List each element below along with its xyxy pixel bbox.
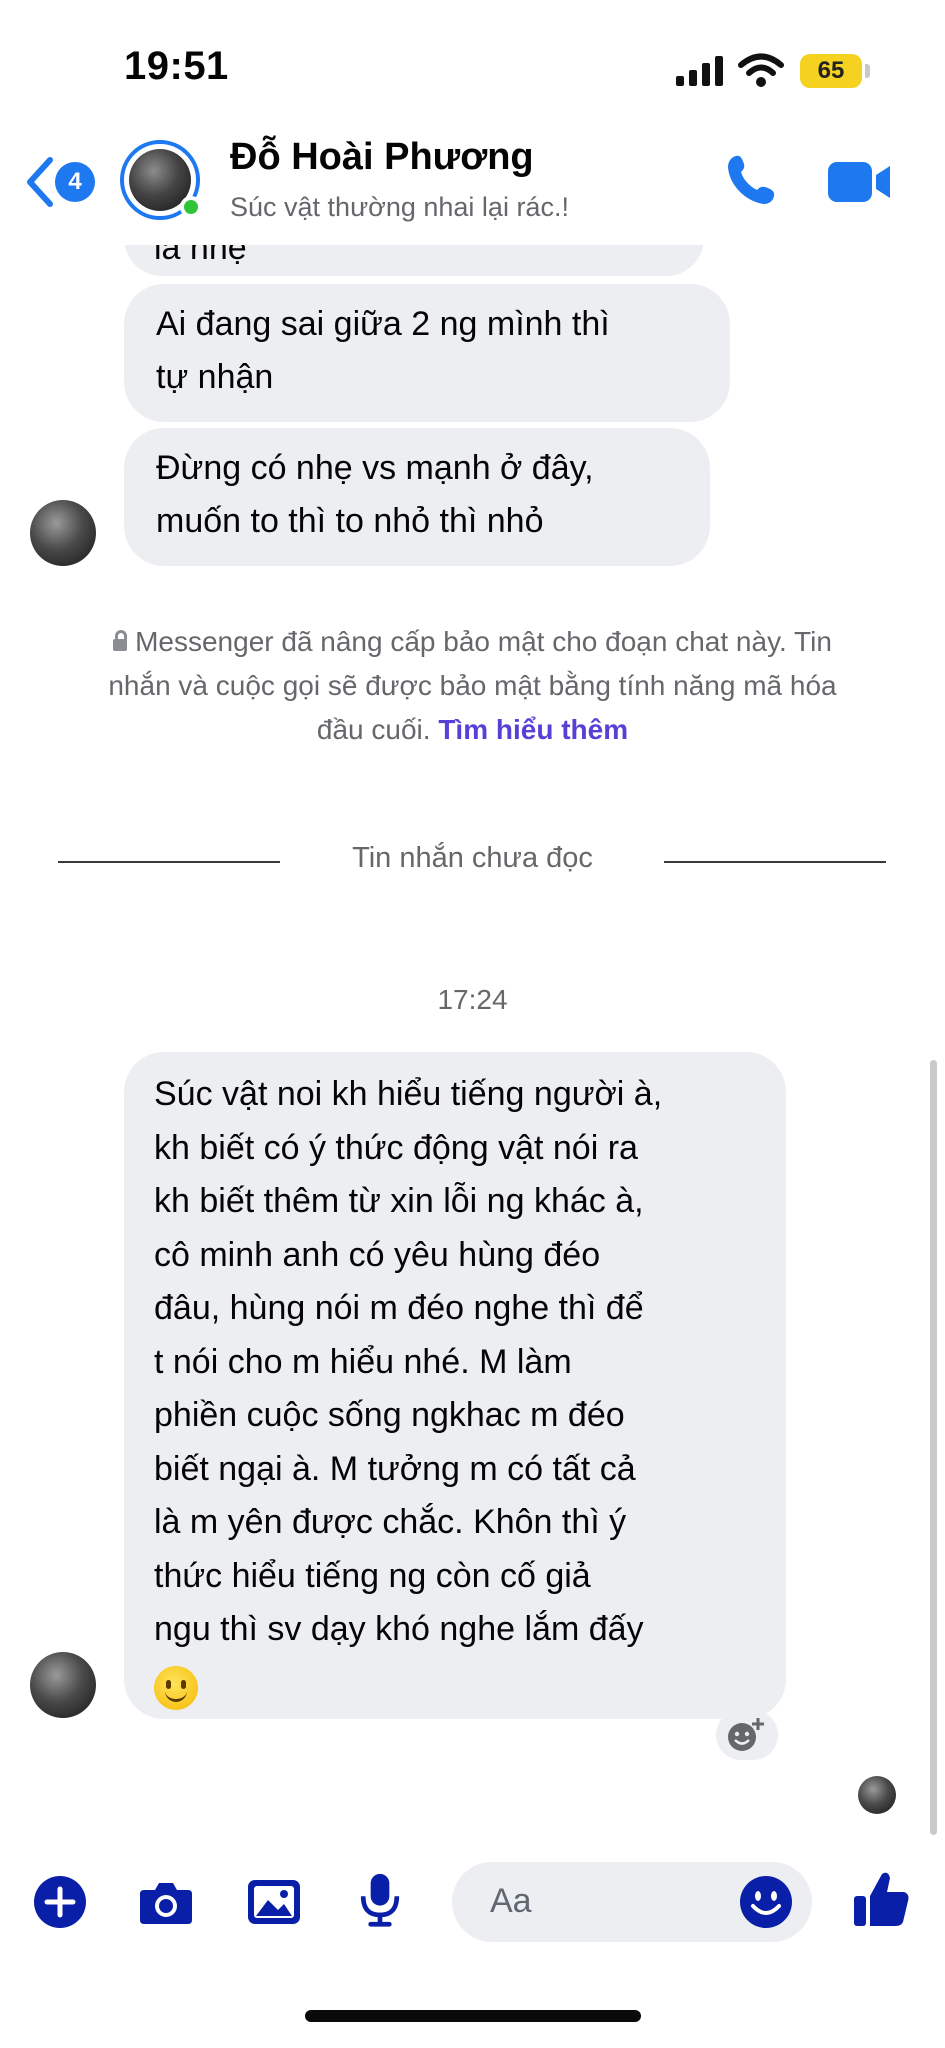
message-bubble[interactable]: Ai đang sai giữa 2 ng mình thì tự nhận	[124, 284, 730, 422]
status-time: 19:51	[124, 44, 229, 88]
message-line: kh biết thêm từ xin lỗi ng khác à,	[154, 1182, 644, 1220]
message-line: Súc vật noi kh hiểu tiếng người à,	[154, 1075, 663, 1113]
sender-avatar[interactable]	[30, 1652, 96, 1718]
message-line: ngu thì sv dạy khó nghe lắm đấy	[154, 1610, 644, 1648]
plus-icon[interactable]	[32, 1874, 88, 1930]
battery-tip	[865, 64, 870, 78]
message-line: Ai đang sai giữa 2 ng mình thì	[156, 305, 610, 343]
message-line: muốn to thì to nhỏ thì nhỏ	[156, 502, 544, 540]
add-reaction-button[interactable]	[716, 1710, 778, 1760]
signal-icon	[676, 56, 723, 86]
learn-more-link[interactable]: Tìm hiểu thêm	[438, 714, 628, 745]
message-line: t nói cho m hiểu nhé. M làm	[154, 1342, 572, 1381]
message-line: kh biết có ý thức động vật nói ra	[154, 1128, 638, 1167]
like-thumbs-up-icon[interactable]	[852, 1868, 912, 1930]
video-call-icon[interactable]	[828, 160, 892, 204]
notice-line: đầu cuối.	[316, 714, 431, 745]
scrollbar[interactable]	[930, 1060, 937, 1835]
message-bubble[interactable]: Đừng có nhẹ vs mạnh ở đây, muốn to thì t…	[124, 428, 710, 566]
contact-name[interactable]: Đỗ Hoài Phương	[230, 136, 534, 179]
unread-count-badge[interactable]: 4	[55, 162, 95, 202]
message-bubble[interactable]: Súc vật noi kh hiểu tiếng người à, kh bi…	[124, 1052, 786, 1719]
microphone-icon[interactable]	[352, 1872, 408, 1928]
message-line: là m yên được chắc. Khôn thì ý	[154, 1503, 627, 1541]
message-line: biết ngại à. M tưởng m có tất cả	[154, 1449, 636, 1488]
lock-icon	[113, 630, 128, 651]
notice-line: Messenger đã nâng cấp bảo mật cho đoạn c…	[135, 626, 832, 657]
smiley-emoji-icon	[154, 1665, 198, 1710]
wifi-icon	[738, 53, 784, 87]
message-line: thức hiểu tiếng ng còn cố giả	[154, 1556, 591, 1595]
message-line: cô minh anh có yêu hùng đéo	[154, 1235, 601, 1274]
add-reaction-icon	[728, 1718, 764, 1751]
gallery-icon[interactable]	[246, 1874, 302, 1930]
unread-divider-label: Tin nhắn chưa đọc	[352, 842, 593, 874]
home-indicator	[305, 2010, 641, 2022]
phone-call-icon[interactable]	[724, 152, 780, 208]
notice-line: nhắn và cuộc gọi sẽ được bảo mật bằng tí…	[108, 670, 837, 701]
seen-indicator-avatar	[858, 1776, 896, 1814]
contact-status: Súc vật thường nhai lại rác.!	[230, 192, 569, 222]
message-line: đâu, hùng nói m đéo nghe thì để	[154, 1289, 644, 1327]
camera-icon[interactable]	[138, 1874, 194, 1930]
message-line: phiền cuộc sống ngkhac m đéo	[154, 1396, 625, 1434]
encryption-notice: Messenger đã nâng cấp bảo mật cho đoạn c…	[40, 620, 905, 752]
sender-avatar[interactable]	[30, 500, 96, 566]
battery-icon: 65	[800, 54, 862, 88]
online-indicator	[180, 196, 202, 218]
message-line: Đừng có nhẹ vs mạnh ở đây,	[156, 449, 594, 487]
message-line: tự nhận	[156, 358, 274, 396]
emoji-icon[interactable]	[738, 1874, 794, 1930]
message-timestamp: 17:24	[437, 984, 508, 1015]
message-input-placeholder[interactable]: Aa	[490, 1882, 532, 1921]
